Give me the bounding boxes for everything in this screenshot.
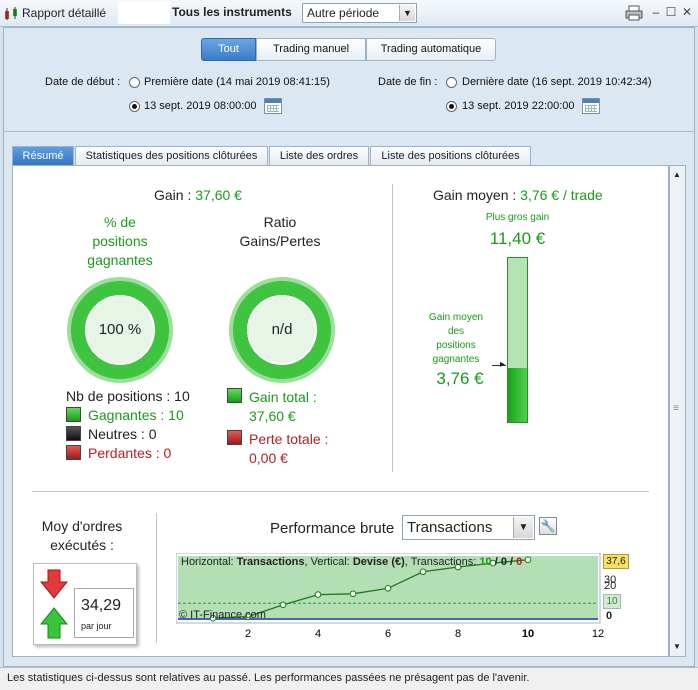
divider — [3, 131, 695, 132]
calendar-icon[interactable] — [264, 98, 282, 114]
x-tick-label: 4 — [315, 628, 321, 640]
chevron-down-icon[interactable]: ▼ — [399, 5, 415, 21]
tab-auto-trading[interactable]: Trading automatique — [366, 38, 496, 61]
orders-label: Moy d'ordres exécutés : — [41, 518, 123, 553]
scrollbar[interactable]: ▲ ≡ ▼ — [669, 165, 686, 657]
end-last-radio[interactable] — [446, 77, 457, 88]
neutral-count: Neutres : 0 — [88, 426, 157, 442]
avg-gain-bar-fill — [508, 367, 527, 422]
x-tick-label: 2 — [245, 628, 251, 640]
x-axis-ticks: 2 4 6 8 10 12 — [245, 628, 604, 640]
y-tick-0: 0 — [606, 610, 613, 622]
neutral-square-icon — [66, 426, 81, 441]
period-select[interactable]: Autre période ▼ — [302, 3, 417, 23]
title-blank-area — [118, 2, 170, 24]
tab-all[interactable]: Tout — [201, 38, 256, 61]
ratio-donut: n/d — [229, 277, 335, 383]
data-point — [524, 556, 532, 564]
winners-square-icon — [66, 407, 81, 422]
data-point — [279, 601, 287, 609]
x-tick-label: 6 — [385, 628, 391, 640]
biggest-gain-label: Plus gros gain — [485, 212, 550, 223]
data-point — [419, 568, 427, 576]
total-gain-square-icon — [227, 388, 242, 403]
orders-value: 34,29 — [81, 597, 122, 614]
performance-title: Performance brute — [270, 520, 395, 537]
start-first-radio[interactable] — [129, 77, 140, 88]
data-point — [349, 590, 357, 598]
total-loss-square-icon — [227, 430, 242, 445]
footer-disclaimer: Les statistiques ci-dessus sont relative… — [0, 667, 698, 690]
orders-value-box: 34,29 par jour — [74, 588, 134, 638]
start-first-label: Première date (14 mai 2019 08:41:15) — [144, 76, 330, 88]
arrow-right-icon: ▸ — [500, 359, 506, 370]
orders-unit: par jour — [81, 621, 112, 631]
nb-positions: Nb de positions : 10 — [66, 388, 190, 404]
performance-select-value: Transactions — [407, 519, 493, 536]
win-pct-donut: 100 % — [67, 277, 173, 383]
winners-count: Gagnantes : 10 — [88, 407, 184, 423]
end-last-label: Dernière date (16 sept. 2019 10:42:34) — [462, 76, 652, 88]
close-icon[interactable]: ✕ — [680, 5, 694, 19]
data-point — [314, 591, 322, 598]
max-value-badge: 37,6 — [603, 554, 629, 569]
title-bar: Rapport détaillé Tous les instruments Au… — [0, 0, 698, 27]
scroll-grip-icon[interactable]: ≡ — [673, 403, 679, 414]
vertical-divider — [156, 513, 157, 643]
end-custom-radio[interactable] — [446, 101, 457, 112]
calendar-icon[interactable] — [582, 98, 600, 114]
x-tick-label: 10 — [522, 628, 534, 640]
window-title: Rapport détaillé — [22, 6, 107, 20]
performance-select[interactable]: Transactions ▼ — [402, 515, 535, 540]
chart-info: Horizontal: Transactions, Vertical: Devi… — [181, 556, 523, 568]
win-pct-label: % de positions gagnantes — [87, 214, 153, 268]
avg-gain-summary: Gain moyen : 3,76 € / trade — [433, 187, 603, 203]
end-custom-value[interactable]: 13 sept. 2019 22:00:00 — [462, 100, 575, 112]
tab-closed-positions[interactable]: Liste des positions clôturées — [370, 146, 531, 165]
tab-closed-stats[interactable]: Statistiques des positions clôturées — [75, 146, 268, 165]
period-select-value: Autre période — [307, 6, 380, 20]
tab-summary[interactable]: Résumé — [12, 146, 74, 165]
avg-win-label: Gain moyen des positions gagnantes — [429, 312, 483, 365]
data-point — [384, 584, 392, 592]
up-down-arrows-icon — [40, 569, 68, 639]
printer-icon[interactable] — [625, 5, 643, 21]
minimize-icon[interactable]: – — [649, 5, 663, 19]
tab-manual-trading[interactable]: Trading manuel — [256, 38, 366, 61]
total-loss: Perte totale : 0,00 € — [249, 431, 329, 466]
win-pct-value: 100 % — [98, 321, 142, 338]
start-custom-radio[interactable] — [129, 101, 140, 112]
x-tick-label: 8 — [455, 628, 461, 640]
avg-value-badge: 10 — [603, 594, 621, 609]
horizontal-divider — [32, 491, 649, 492]
start-custom-value[interactable]: 13 sept. 2019 08:00:00 — [144, 100, 257, 112]
losers-square-icon — [66, 445, 81, 460]
ratio-value: n/d — [271, 321, 293, 338]
losers-count: Perdantes : 0 — [88, 445, 172, 461]
biggest-gain-value: 11,40 € — [489, 229, 546, 248]
candlestick-icon — [5, 7, 17, 20]
orders-card: 34,29 par jour — [33, 563, 137, 645]
ratio-label: Ratio Gains/Pertes — [239, 214, 321, 249]
avg-gain-bar — [507, 257, 528, 423]
x-tick-label: 12 — [592, 628, 604, 640]
end-date-label: Date de fin : — [378, 76, 438, 88]
chart-copyright: © IT-Finance.com — [179, 609, 266, 621]
gain-summary: Gain : 37,60 € — [154, 187, 242, 203]
scroll-down-icon[interactable]: ▼ — [673, 642, 681, 651]
start-date-label: Date de début : — [45, 76, 121, 88]
instruments-label[interactable]: Tous les instruments — [172, 5, 292, 19]
tab-orders[interactable]: Liste des ordres — [269, 146, 369, 165]
scroll-up-icon[interactable]: ▲ — [673, 170, 681, 179]
avg-win-value: 3,76 € — [436, 369, 484, 388]
maximize-icon[interactable]: ☐ — [664, 5, 678, 19]
gain-value: 37,60 € — [195, 187, 242, 203]
chevron-down-icon[interactable]: ▼ — [513, 517, 533, 538]
vertical-divider — [392, 184, 393, 472]
y-tick-20: 20 — [604, 580, 617, 592]
total-gain: Gain total : 37,60 € — [249, 389, 317, 424]
gain-label: Gain : — [154, 187, 192, 203]
wrench-icon[interactable]: 🔧 — [539, 517, 557, 535]
